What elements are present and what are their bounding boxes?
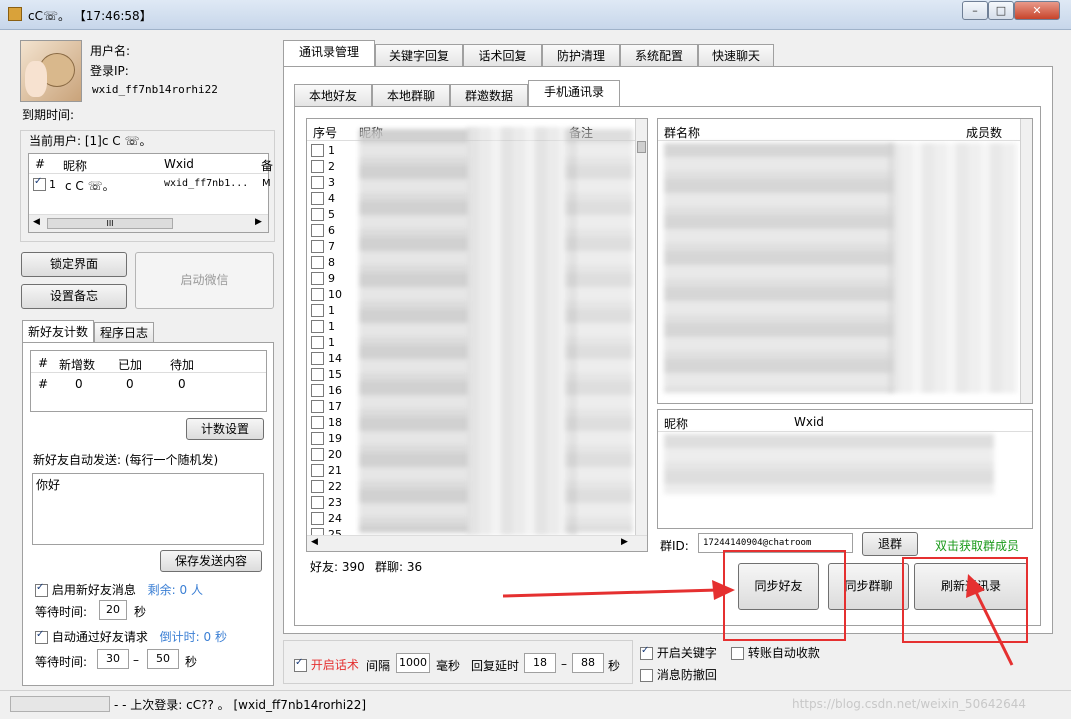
keyword-row[interactable]: 开启关键字 (640, 644, 717, 661)
enable-script-row[interactable]: 开启话术 (294, 656, 359, 673)
enable-script-checkbox[interactable] (294, 657, 307, 672)
anti-recall-checkbox[interactable] (640, 669, 653, 682)
anti-recall-row[interactable]: 消息防撤回 (640, 666, 717, 683)
status-bar: - - 上次登录: cC?? 。 [wxid_ff7nb14rorhi22] h… (0, 690, 1071, 719)
keyword-checkbox[interactable] (640, 645, 653, 660)
transfer-row[interactable]: 转账自动收款 (731, 644, 820, 661)
transfer-checkbox[interactable] (731, 647, 744, 660)
delay-from-input[interactable]: 18 (524, 653, 556, 673)
status-text: - - 上次登录: cC?? 。 [wxid_ff7nb14rorhi22] (114, 698, 367, 712)
progress-bar (10, 696, 110, 712)
interval-input[interactable]: 1000 (396, 653, 430, 673)
annotation-arrows (502, 574, 1014, 666)
watermark: https://blog.csdn.net/weixin_50642644 (792, 697, 1027, 711)
delay-to-input[interactable]: 88 (572, 653, 604, 673)
script-options-group: 开启话术 间隔 1000 毫秒 回复延时 18 – 88 秒 (283, 640, 633, 684)
